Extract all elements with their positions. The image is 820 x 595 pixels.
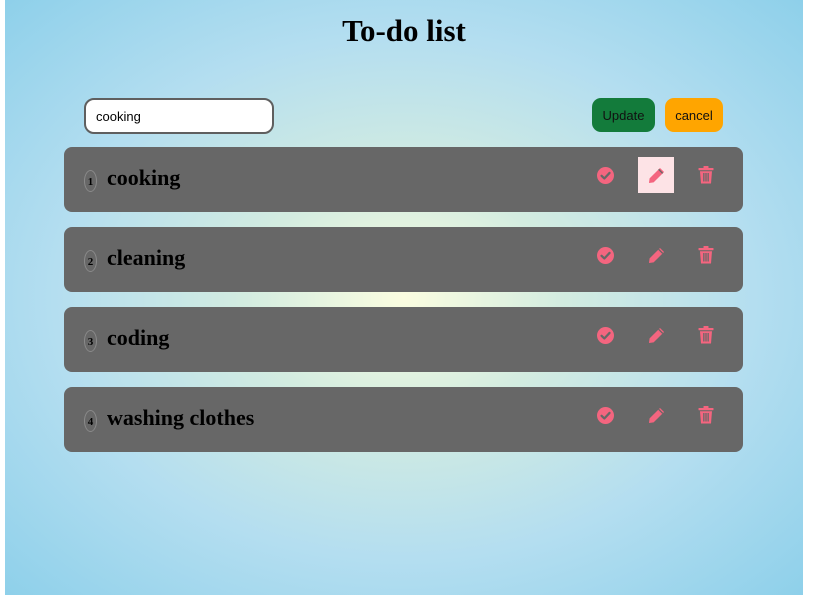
todo-text: washing clothes [107,405,255,430]
todo-text: coding [107,325,170,350]
check-circle-icon[interactable] [587,317,623,353]
todo-item: 2 cleaning [64,227,743,292]
todo-item: 1 cooking [64,147,743,212]
todo-number: 1 [84,170,97,192]
todo-text: cleaning [107,245,186,270]
pencil-icon[interactable] [638,237,674,273]
todo-list: 1 cooking 2 cleaning 3 coding 4 washing … [64,147,743,467]
todo-item: 4 washing clothes [64,387,743,452]
todo-item: 3 coding [64,307,743,372]
trash-icon[interactable] [688,237,724,273]
todo-input[interactable] [84,98,274,134]
pencil-icon[interactable] [638,157,674,193]
check-circle-icon[interactable] [587,237,623,273]
todo-number: 2 [84,250,97,272]
pencil-icon[interactable] [638,317,674,353]
todo-number: 3 [84,330,97,352]
trash-icon[interactable] [688,397,724,433]
check-circle-icon[interactable] [587,397,623,433]
todo-app: To-do list Update cancel 1 cooking 2 cle… [5,0,803,595]
todo-number: 4 [84,410,97,432]
todo-text: cooking [107,165,181,190]
cancel-button[interactable]: cancel [665,98,723,132]
page-title: To-do list [342,13,466,48]
pencil-icon[interactable] [638,397,674,433]
update-button[interactable]: Update [592,98,655,132]
trash-icon[interactable] [688,317,724,353]
trash-icon[interactable] [688,157,724,193]
check-circle-icon[interactable] [587,157,623,193]
